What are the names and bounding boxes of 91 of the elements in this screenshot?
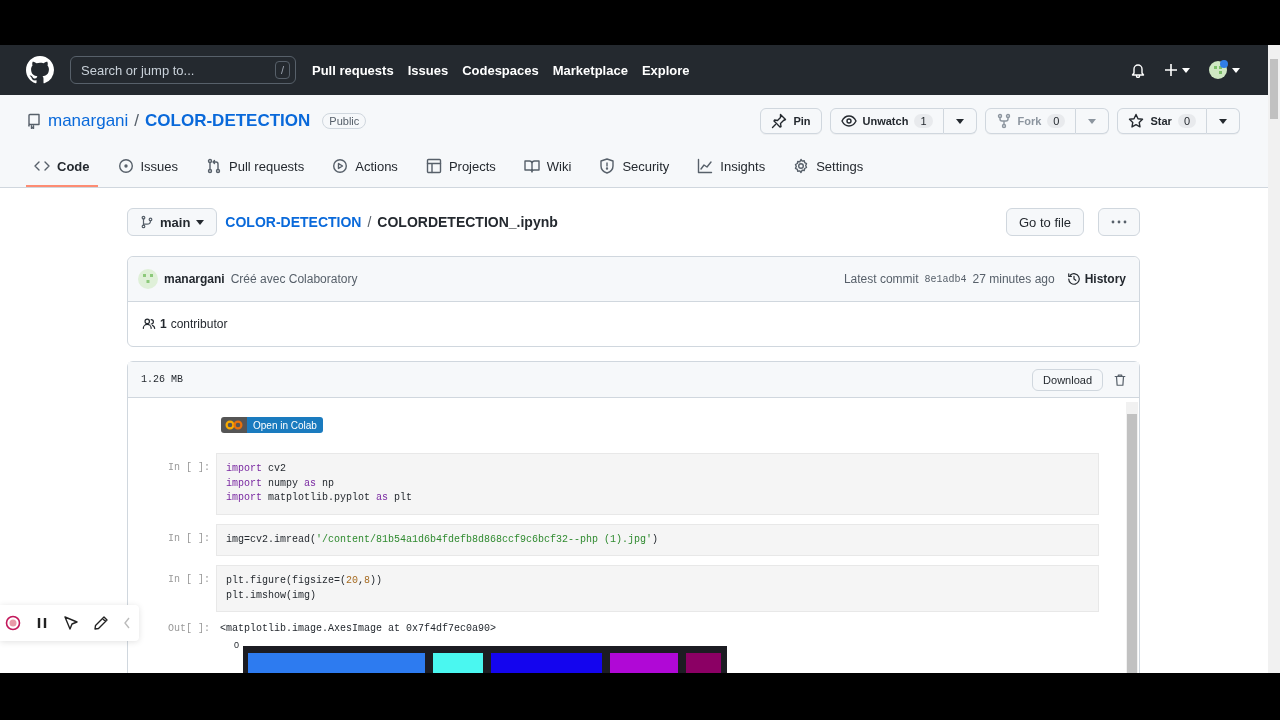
repo-tab[interactable]: Security: [591, 147, 678, 187]
star-button[interactable]: Star 0: [1117, 108, 1207, 134]
history-icon: [1066, 272, 1081, 286]
caret-icon: [1219, 118, 1227, 124]
commit-label: Latest commit: [843, 272, 919, 286]
page-scrollbar[interactable]: [1268, 45, 1280, 673]
author-link[interactable]: manargani: [164, 272, 225, 286]
commit-sha-link[interactable]: 8e1adb4: [924, 273, 967, 285]
eye-icon: [840, 113, 857, 129]
nav-link[interactable]: Marketplace: [552, 62, 628, 78]
path-separator: /: [134, 111, 140, 131]
repo-tab[interactable]: Settings: [785, 147, 872, 187]
dropdown-button[interactable]: [943, 108, 977, 134]
repo-link[interactable]: COLOR-DETECTION: [225, 214, 362, 230]
repo-tab[interactable]: Issues: [109, 147, 187, 187]
graph-icon: [697, 158, 714, 174]
star-icon: [1128, 113, 1145, 129]
caret-icon[interactable]: [1182, 67, 1190, 73]
history-link[interactable]: History: [1066, 272, 1126, 286]
commit-time: 27 minutes ago: [972, 272, 1055, 286]
dropdown-button[interactable]: [1207, 108, 1240, 134]
go-to-file-button[interactable]: Go to file: [1005, 208, 1084, 236]
code-cell[interactable]: import cv2 import numpy as np import matplotlib.pyplot as plt: [216, 453, 1099, 515]
cell-prompt: In [ ]:: [168, 573, 211, 587]
book-icon: [523, 158, 540, 174]
repo-tab[interactable]: Wiki: [515, 147, 580, 187]
caret-icon: [1088, 118, 1097, 124]
repo-tab[interactable]: Projects: [417, 147, 504, 187]
settings-icon: [793, 158, 810, 174]
trash-icon: [1113, 372, 1127, 387]
github-logo[interactable]: [26, 56, 54, 84]
nav-link[interactable]: Codespaces: [462, 62, 539, 78]
count-badge: 0: [1177, 114, 1196, 128]
draw-button[interactable]: [93, 615, 109, 631]
people-icon: [142, 317, 156, 331]
avatar: [138, 269, 158, 289]
pause-icon: [35, 616, 49, 630]
nav-link[interactable]: Pull requests: [312, 62, 394, 78]
repo-tab[interactable]: Insights: [689, 147, 774, 187]
cell-prompt: In [ ]:: [168, 461, 211, 475]
nav-link[interactable]: Issues: [407, 62, 449, 78]
repo-icon: [26, 113, 42, 129]
watch-button[interactable]: Unwatch 1: [829, 108, 944, 134]
contributors-count: 1: [160, 317, 167, 331]
pin-icon: [771, 113, 788, 129]
count-badge: 1: [914, 114, 933, 128]
path-separator: /: [367, 214, 372, 230]
more-icon: [1111, 220, 1127, 224]
pencil-icon: [93, 615, 109, 631]
pointer-button[interactable]: [63, 615, 79, 631]
download-button[interactable]: Download: [1032, 368, 1103, 391]
code-cell[interactable]: plt.figure(figsize=(20,8)) plt.imshow(img): [216, 565, 1099, 612]
caret-icon: [196, 219, 205, 225]
table-icon: [425, 158, 442, 174]
caret-icon[interactable]: [1232, 67, 1240, 73]
record-button[interactable]: [5, 615, 21, 631]
axis-tick-label: 0: [234, 640, 239, 650]
avatar[interactable]: [1208, 60, 1228, 80]
branch-icon: [140, 215, 154, 229]
fork-icon: [995, 113, 1012, 129]
nav-link[interactable]: Explore: [641, 62, 690, 78]
count-badge: 0: [1047, 114, 1066, 128]
pin-button[interactable]: Pin: [760, 108, 822, 134]
file-size: 1.26 MB: [141, 374, 183, 385]
record-icon: [5, 615, 21, 631]
cell-prompt: In [ ]:: [168, 531, 211, 546]
cell-prompt: Out[ ]:: [168, 622, 211, 634]
file-name: COLORDETECTION_.ipynb: [377, 214, 558, 230]
pull-request-icon: [206, 158, 223, 174]
output-text: <matplotlib.image.AxesImage at 0x7f4df7ec0a90>: [219, 622, 497, 634]
issue-icon: [117, 158, 134, 174]
bell-icon: [1130, 62, 1146, 78]
chevron-icon: [123, 617, 131, 629]
fork-button: Fork 0: [984, 108, 1077, 134]
repo-tab[interactable]: Code: [26, 147, 98, 187]
code-cell[interactable]: img=cv2.imread('/content/81b54a1d6b4fdefb8d868ccf9c6bcf32--php (1).jpg'): [216, 523, 1099, 556]
play-icon: [332, 158, 349, 174]
cursor-icon: [63, 615, 79, 631]
shield-icon: [599, 158, 616, 174]
owner-link[interactable]: manargani: [48, 111, 129, 131]
caret-icon: [955, 118, 964, 124]
scrollbar[interactable]: [1126, 402, 1138, 673]
branch-button[interactable]: main: [127, 208, 218, 236]
contributors-label: contributor: [170, 317, 228, 331]
shortcut-key: /: [274, 61, 290, 79]
repo-link[interactable]: COLOR-DETECTION: [145, 111, 311, 131]
commit-message: Créé avec Colaboratory: [230, 272, 358, 286]
repo-tab[interactable]: Actions: [324, 147, 406, 187]
repo-tab[interactable]: Pull requests: [198, 147, 313, 187]
plus-icon[interactable]: [1164, 63, 1178, 77]
pause-button[interactable]: [35, 616, 49, 630]
